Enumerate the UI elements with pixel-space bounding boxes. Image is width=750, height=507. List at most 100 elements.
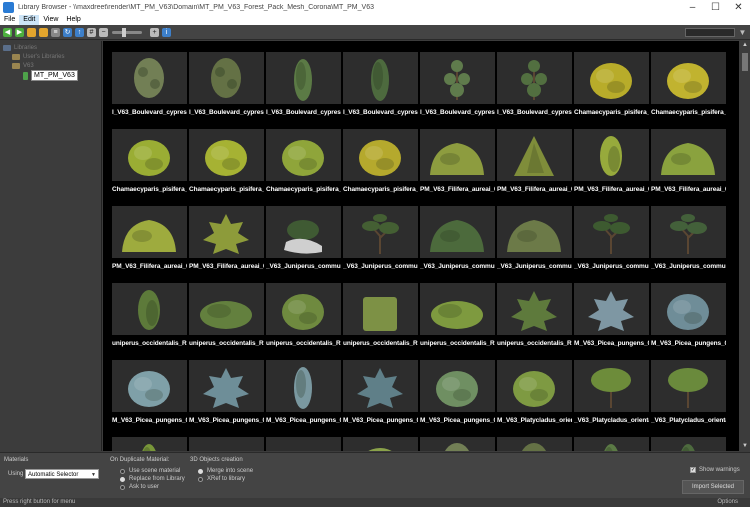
library-item[interactable]: M_V63_Picea_pungens_0: [112, 360, 187, 424]
menu-help[interactable]: Help: [62, 15, 84, 25]
menu-view[interactable]: View: [39, 15, 62, 25]
library-item[interactable]: PM_V63_Filifera_aureai_0: [497, 129, 572, 193]
library-item[interactable]: _V63_Juniperus_communi: [420, 206, 495, 270]
library-item[interactable]: [420, 437, 495, 451]
library-item[interactable]: l_V63_Boulevard_cypress_: [343, 52, 418, 116]
library-item[interactable]: [497, 437, 572, 451]
menu-file[interactable]: File: [0, 15, 19, 25]
library-item[interactable]: Chamaecyparis_pisifera_S: [266, 129, 341, 193]
library-item[interactable]: PM_V63_Filifera_aureai_0: [574, 129, 649, 193]
library-item[interactable]: Chamaecyparis_pisifera_S: [651, 52, 726, 116]
using-label: Using: [8, 471, 24, 477]
library-item[interactable]: [574, 437, 649, 451]
material-selector[interactable]: Automatic Selector ▼: [25, 469, 99, 479]
library-item[interactable]: PM_V63_Filifera_aureai_0: [189, 206, 264, 270]
library-item[interactable]: M_V63_Picea_pungens_0: [189, 360, 264, 424]
library-item[interactable]: _V63_Juniperus_communi: [574, 206, 649, 270]
close-button[interactable]: ✕: [727, 0, 750, 15]
search-input[interactable]: [685, 28, 735, 37]
library-item[interactable]: [112, 437, 187, 451]
library-item[interactable]: uniperus_occidentalis_Rh: [266, 283, 341, 347]
plant-preview: [122, 220, 176, 252]
library-item[interactable]: l_V63_Boulevard_cypress_: [266, 52, 341, 116]
library-item[interactable]: Chamaecyparis_pisifera_S: [343, 129, 418, 193]
library-item[interactable]: [343, 437, 418, 451]
new-folder-icon[interactable]: [39, 27, 48, 37]
library-item[interactable]: uniperus_occidentalis_Rh: [189, 283, 264, 347]
library-item[interactable]: M_V63_Platycladus_orientali: [497, 360, 572, 424]
scroll-up-icon[interactable]: ▲: [740, 41, 750, 50]
library-item[interactable]: _V63_Platycladus_orientali: [651, 360, 726, 424]
library-item[interactable]: M_V63_Picea_pungens_0: [266, 360, 341, 424]
filter-icon[interactable]: ▼: [738, 28, 747, 37]
info-icon[interactable]: i: [162, 27, 171, 37]
tree-item-v63[interactable]: V63: [0, 61, 101, 70]
menu-edit[interactable]: Edit: [19, 15, 40, 25]
import-selected-button[interactable]: Import Selected: [682, 480, 744, 494]
library-item[interactable]: uniperus_occidentalis_Rh: [420, 283, 495, 347]
scroll-down-icon[interactable]: ▼: [740, 442, 750, 451]
library-item[interactable]: uniperus_occidentalis_Rh: [497, 283, 572, 347]
back-icon[interactable]: ◀: [3, 27, 12, 37]
library-item[interactable]: PM_V63_Filifera_aureai_0: [651, 129, 726, 193]
library-item[interactable]: _V63_Platycladus_orientali: [574, 360, 649, 424]
thumbnail-image: [420, 206, 495, 258]
radio-use-scene-material[interactable]: Use scene material: [120, 467, 185, 475]
library-item[interactable]: _V63_Juniperus_communi: [497, 206, 572, 270]
library-item[interactable]: l_V63_Boulevard_cypress_: [112, 52, 187, 116]
library-item[interactable]: [651, 437, 726, 451]
radio-xref-to-library[interactable]: XRef to library: [198, 475, 253, 483]
thumbnail-image: [574, 129, 649, 181]
radio-label: Use scene material: [129, 468, 181, 474]
item-caption: _V63_Juniperus_communi: [651, 263, 726, 270]
tree-item-mt-pm-v63[interactable]: MT_PM_V63: [0, 70, 101, 81]
tag-icon[interactable]: #: [87, 27, 96, 37]
library-item[interactable]: l_V63_Boulevard_cypress_: [420, 52, 495, 116]
library-item[interactable]: _V63_Juniperus_communi: [266, 206, 341, 270]
library-item[interactable]: PM_V63_Filifera_aureai_0: [420, 129, 495, 193]
library-item[interactable]: uniperus_occidentalis_Rh: [112, 283, 187, 347]
zoom-in-icon[interactable]: +: [150, 27, 159, 37]
library-item[interactable]: Chamaecyparis_pisifera_S: [189, 129, 264, 193]
library-item[interactable]: Chamaecyparis_pisifera_S: [574, 52, 649, 116]
library-item[interactable]: uniperus_occidentalis_Rh: [343, 283, 418, 347]
item-caption: M_V63_Picea_pungens_0: [651, 340, 726, 347]
thumbnail-image: [112, 52, 187, 104]
library-item[interactable]: M_V63_Picea_pungens_0: [651, 283, 726, 347]
library-item[interactable]: l_V63_Boulevard_cypress_: [189, 52, 264, 116]
radio-icon: [120, 476, 125, 482]
maximize-button[interactable]: ☐: [704, 0, 727, 15]
zoom-slider[interactable]: [112, 27, 142, 37]
library-item[interactable]: _V63_Juniperus_communi: [343, 206, 418, 270]
refresh-icon[interactable]: ↻: [63, 27, 72, 37]
thumbnail-image: [420, 129, 495, 181]
up-icon[interactable]: ↑: [75, 27, 84, 37]
folder-icon[interactable]: [27, 27, 36, 37]
thumbnail-image: [112, 360, 187, 412]
radio-merge-into-scene[interactable]: Merge into scene: [198, 467, 253, 475]
library-item[interactable]: l_V63_Boulevard_cypress_: [497, 52, 572, 116]
thumbnail-image: [343, 206, 418, 258]
library-item[interactable]: M_V63_Picea_pungens_0: [420, 360, 495, 424]
options-link[interactable]: Options: [717, 498, 738, 507]
show-warnings-checkbox[interactable]: ✓ Show warnings: [690, 467, 740, 473]
library-item[interactable]: M_V63_Picea_pungens_0: [343, 360, 418, 424]
zoom-out-icon[interactable]: −: [99, 27, 108, 37]
tree-item-user-libraries[interactable]: User's Libraries: [0, 52, 101, 61]
library-item[interactable]: PM_V63_Filifera_aureai_0: [112, 206, 187, 270]
library-item[interactable]: M_V63_Picea_pungens_0: [574, 283, 649, 347]
forward-icon[interactable]: ▶: [15, 27, 24, 37]
scrollbar-thumb[interactable]: [742, 53, 748, 71]
list-view-icon[interactable]: ≡: [51, 27, 60, 37]
radio-ask-to-user[interactable]: Ask to user: [120, 483, 185, 491]
library-item[interactable]: [266, 437, 341, 451]
minimize-button[interactable]: –: [681, 0, 704, 15]
library-item[interactable]: Chamaecyparis_pisifera_S: [112, 129, 187, 193]
library-item[interactable]: _V63_Juniperus_communi: [651, 206, 726, 270]
radio-replace-from-library[interactable]: Replace from Library: [120, 475, 185, 483]
tree-item-libraries[interactable]: Libraries: [0, 43, 101, 52]
library-item[interactable]: [189, 437, 264, 451]
item-caption: uniperus_occidentalis_Rh: [343, 340, 418, 347]
grid-scrollbar[interactable]: ▲ ▼: [740, 41, 750, 451]
plant-preview: [588, 291, 634, 331]
